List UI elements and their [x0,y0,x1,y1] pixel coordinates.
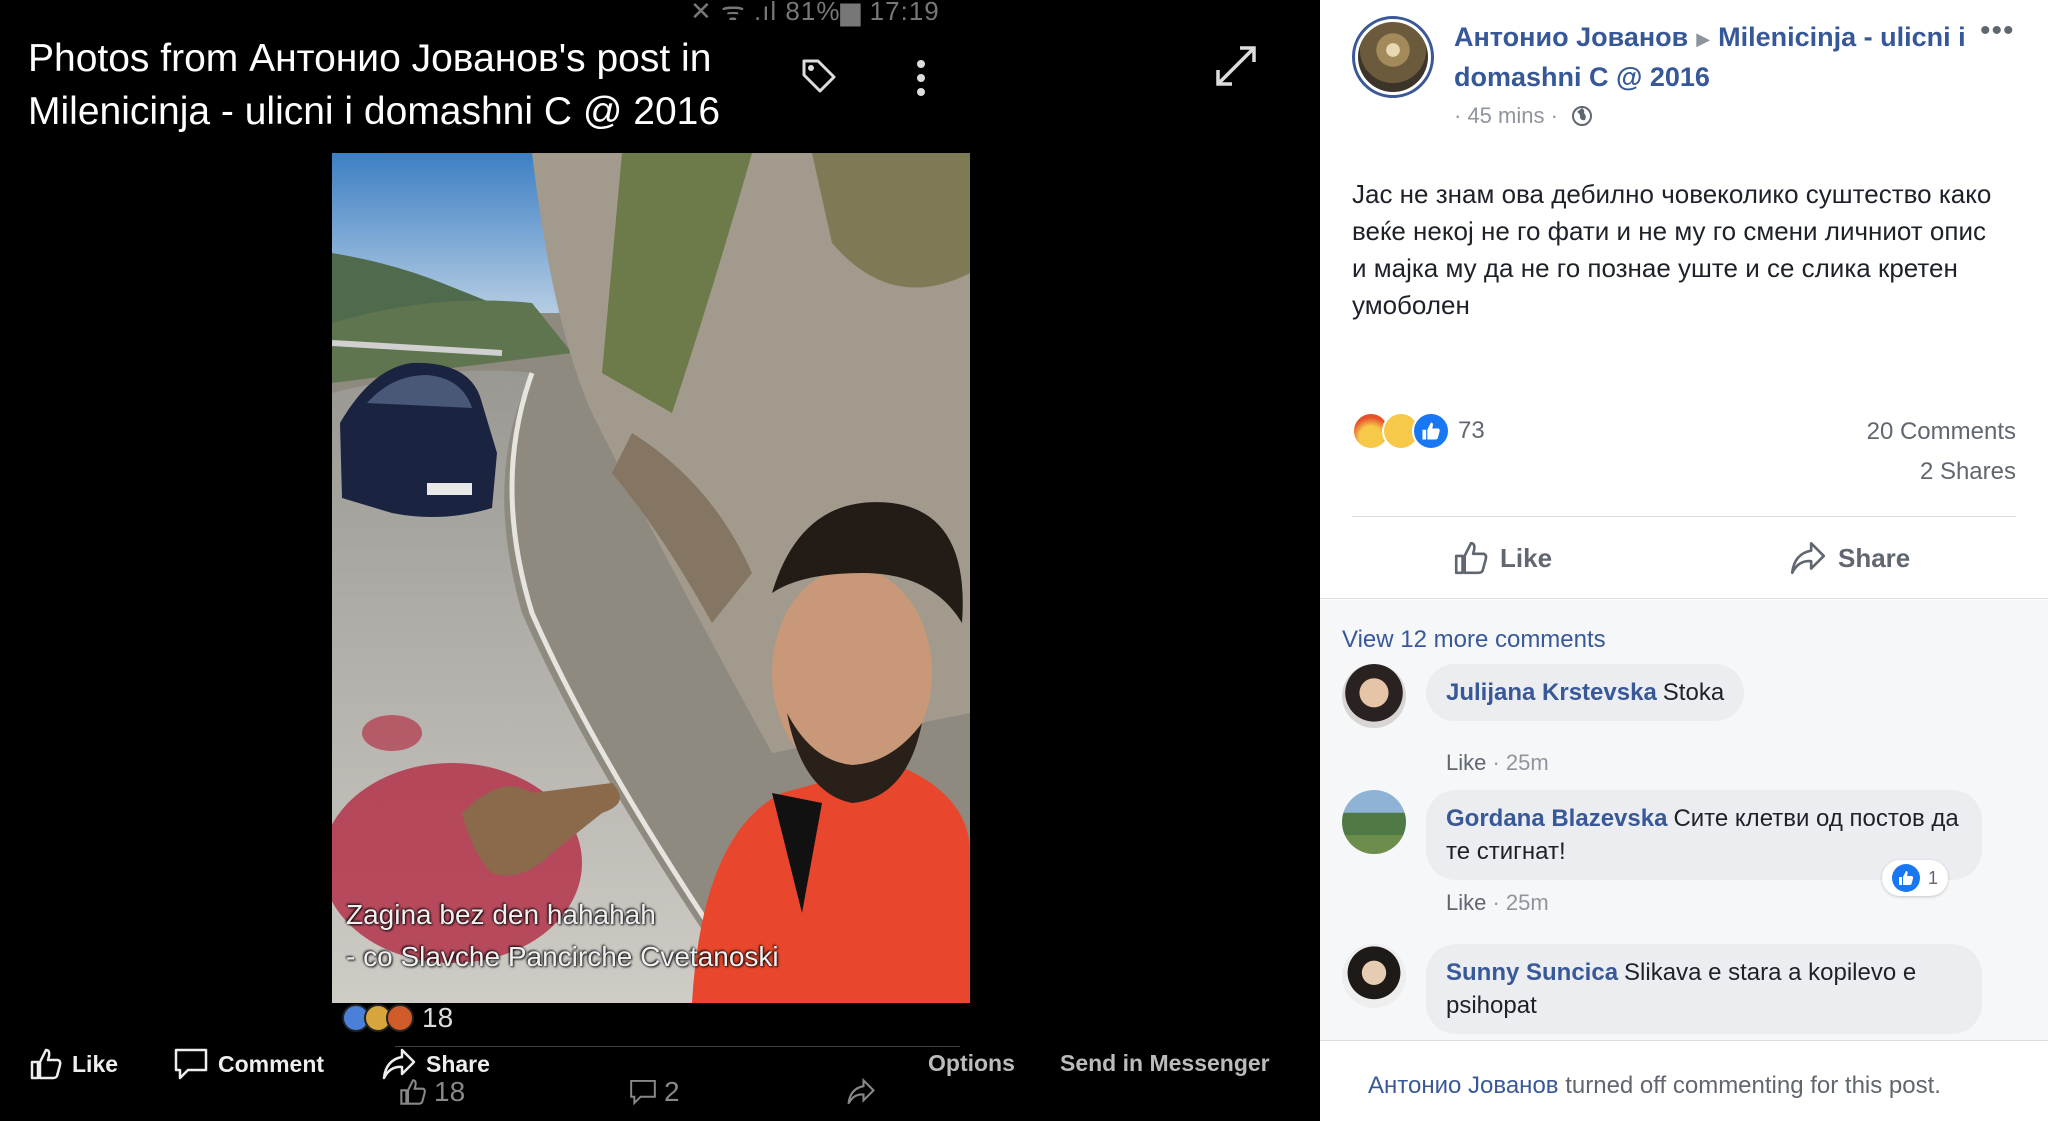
footer-text: turned off commenting for this post. [1558,1072,1941,1099]
post-reaction-count: 73 [1458,417,1485,444]
inner-reaction-count: 18 [422,1002,454,1033]
post-text: Јас не знам ова дебилно човеколико суште… [1352,179,1992,320]
author-name-link[interactable]: Антонио Јованов [1454,22,1688,52]
viewer-comment-count[interactable]: 2 [628,1072,680,1112]
commenter-avatar[interactable] [1342,790,1406,854]
comment-time[interactable]: · 25m [1492,890,1548,915]
more-vert-icon[interactable] [910,56,932,100]
inner-reactions[interactable]: 18 [342,1002,453,1034]
viewer-share-count[interactable] [845,1072,883,1112]
author-avatar[interactable] [1352,16,1434,98]
post-divider [1352,516,2016,517]
photo-viewer: ✕ ᯤ .ıl 81%▆ 17:19 Photos from Антонио Ј… [0,0,1320,1121]
like-reaction-icon [1412,412,1450,450]
viewer-title: Photos from Антонио Јованов's post in Mi… [28,37,721,133]
post-header: Антонио Јованов ▶ Milenicinja - ulicni i d… [1454,18,1974,96]
comment-bubble: Julijana Krstevska Stoka [1426,664,1745,721]
view-more-comments-link[interactable]: View 12 more comments [1342,626,1606,654]
commenter-name[interactable]: Sunny Suncica [1446,959,1618,986]
viewer-comment-button[interactable]: Comment [172,1044,324,1084]
thumbs-up-icon [1454,541,1488,575]
share-icon [1790,541,1826,575]
comments-section: View 12 more comments Julijana Krstevska… [1320,600,2048,1040]
post-like-label: Like [1500,542,1553,573]
options-button[interactable]: Options [928,1050,1015,1077]
comment-icon [174,1048,208,1080]
viewer-like-label: Like [72,1050,119,1077]
post-timestamp: · 45 mins · [1454,103,1594,129]
post-panel: Антонио Јованов ▶ Milenicinja - ulicni i d… [1320,0,2048,1121]
like-reaction-icon [1892,864,1920,892]
post-time-label[interactable]: · 45 mins · [1454,103,1558,129]
viewer-like-count[interactable]: 18 [398,1072,465,1112]
commenter-avatar[interactable] [1342,664,1406,728]
comment-bubble: Sunny Suncica Slikava e stara a kopilevo … [1426,944,1982,1034]
comment-reaction-badge[interactable]: 1 [1882,860,1949,896]
commenter-avatar[interactable] [1342,944,1406,1008]
share-icon [847,1077,875,1105]
comment-like-button[interactable]: Like [1446,890,1486,915]
more-options-icon[interactable]: ••• [1980,14,2015,48]
post-reactions[interactable]: 73 [1352,412,1485,450]
arrow-right-icon: ▶ [1696,28,1711,49]
viewer-comment-label: Comment [218,1050,325,1077]
viewer-likes-value: 18 [434,1076,466,1107]
shares-count-link[interactable]: 2 Shares [1920,458,2016,486]
post-share-label: Share [1838,542,1911,573]
commenting-off-notice: Антонио Јованов turned off commenting fo… [1368,1072,1941,1100]
comment-reaction-count: 1 [1928,867,1939,888]
comment-like-button[interactable]: Like [1446,750,1486,775]
comment-text: Stoka [1662,679,1725,706]
app-root: ✕ ᯤ .ıl 81%▆ 17:19 Photos from Антонио Ј… [0,0,2048,1121]
thumbs-up-icon [400,1079,426,1105]
angry-reaction-icon [386,1004,414,1032]
comment-meta: Like · 25m [1446,750,1549,776]
photo-caption-line1: Zagina bez den hahahah [346,899,656,930]
comment-meta: Like · 25m [1446,890,1549,916]
globe-icon [1571,106,1592,126]
post-photo[interactable]: Zagina bez den hahahah - co Slavche Panc… [332,153,970,1003]
comment-icon [630,1079,656,1106]
photo-caption-line2: - co Slavche Pancirche Cvetanoski [346,941,779,972]
post-share-button[interactable]: Share [1788,536,1910,580]
viewer-like-button[interactable]: Like [28,1044,118,1084]
footer-divider [1320,1040,2048,1041]
comments-count-link[interactable]: 20 Comments [1867,418,2016,446]
expand-icon[interactable] [1212,42,1260,90]
comment-time[interactable]: · 25m [1492,750,1548,775]
tag-icon[interactable] [798,55,838,95]
footer-author-link[interactable]: Антонио Јованов [1368,1072,1559,1099]
send-in-messenger-button[interactable]: Send in Messenger [1060,1050,1270,1077]
status-bar: ✕ ᯤ .ıl 81%▆ 17:19 [690,0,940,26]
commenter-name[interactable]: Julijana Krstevska [1446,679,1657,706]
actions-divider [1320,598,2048,599]
viewer-comments-value: 2 [664,1076,680,1107]
viewer-divider [395,1046,960,1047]
thumbs-up-icon [30,1048,62,1080]
post-like-button[interactable]: Like [1452,536,1552,580]
commenter-name[interactable]: Gordana Blazevska [1446,805,1667,832]
